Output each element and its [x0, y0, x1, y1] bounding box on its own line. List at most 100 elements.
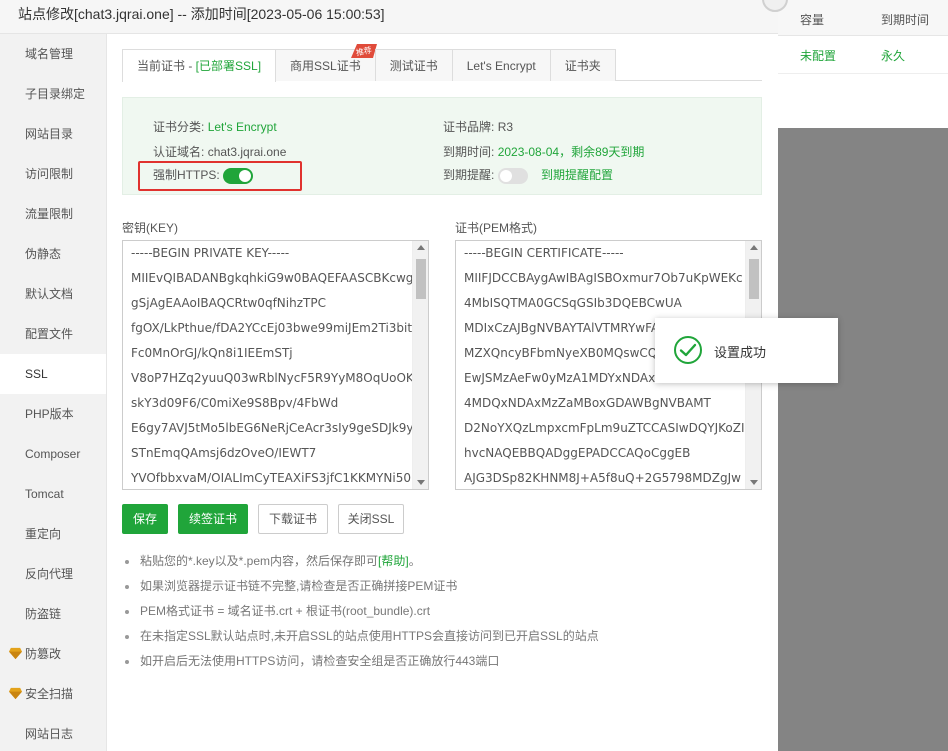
- sidebar-item-access-limit[interactable]: 访问限制: [0, 154, 106, 194]
- list-item: PEM格式证书 = 域名证书.crt + 根证书(root_bundle).cr…: [122, 599, 762, 624]
- save-button[interactable]: 保存: [122, 504, 168, 534]
- text-line: AJG3DSp82KHNM8J+A5f8uQ+2G5798MDZgJw: [464, 471, 741, 485]
- cell-capacity[interactable]: 未配置: [800, 47, 836, 64]
- field-label: 证书品牌:: [443, 120, 495, 134]
- sidebar-item-php[interactable]: PHP版本: [0, 394, 106, 434]
- diamond-icon: [9, 647, 22, 660]
- text-line: -----BEGIN CERTIFICATE-----: [464, 246, 624, 260]
- background-overlay: [778, 128, 948, 751]
- tab-cert-folder[interactable]: 证书夹: [549, 49, 616, 81]
- cert-category: 证书分类: Let's Encrypt: [153, 118, 277, 135]
- sidebar-item-label: 伪静态: [25, 247, 62, 261]
- cell-expire[interactable]: 永久: [881, 47, 905, 64]
- cert-domain: 认证域名: chat3.jqrai.one: [153, 143, 286, 160]
- sidebar-item-site-log[interactable]: 网站日志: [0, 714, 106, 751]
- sidebar-item-hotlink[interactable]: 防盗链: [0, 594, 106, 634]
- field-value: chat3.jqrai.one: [207, 145, 287, 159]
- sidebar-item-default-doc[interactable]: 默认文档: [0, 274, 106, 314]
- sidebar-item-traffic-limit[interactable]: 流量限制: [0, 194, 106, 234]
- sidebar-item-label: 安全扫描: [25, 687, 74, 701]
- key-scrollbar[interactable]: [412, 241, 428, 489]
- scroll-thumb[interactable]: [749, 259, 759, 299]
- tab-label: Let's Encrypt: [466, 59, 536, 73]
- text-line: fgOX/LkPthue/fDA2YCcEj03bwe99miJEm2Ti3bi…: [131, 321, 413, 335]
- sidebar-item-label: Tomcat: [25, 487, 64, 501]
- sidebar-item-label: 防盗链: [25, 607, 62, 621]
- sidebar-item-composer[interactable]: Composer: [0, 434, 106, 474]
- private-key-textarea[interactable]: -----BEGIN PRIVATE KEY----- MIIEvQIBADAN…: [122, 240, 429, 490]
- sidebar-item-ssl[interactable]: SSL: [0, 354, 106, 394]
- check-circle-icon: [674, 336, 702, 364]
- remind-config-link[interactable]: 到期提醒配置: [541, 168, 613, 182]
- scroll-thumb[interactable]: [416, 259, 426, 299]
- sidebar-item-tamper[interactable]: 防篡改: [0, 634, 106, 674]
- text-line: gSjAgEAAoIBAQCRtw0qfNihzTPC: [131, 296, 326, 310]
- sidebar-item-domain[interactable]: 域名管理: [0, 34, 106, 74]
- tab-label: 证书夹: [564, 59, 601, 73]
- sidebar-item-label: 配置文件: [25, 327, 74, 341]
- tab-commercial-ssl[interactable]: 商用SSL证书 推荐: [275, 44, 377, 81]
- modal-title: 站点修改[chat3.jqrai.one] -- 添加时间[2023-05-06…: [0, 0, 778, 34]
- text-line: E6gy7AVJ5tMo5lbEG6NeRjCeAcr3sIy9geSDJk9y: [131, 421, 414, 435]
- field-value: Let's Encrypt: [207, 120, 277, 134]
- field-value: 2023-08-04，剩余89天到期: [497, 145, 645, 159]
- text-line: YVOfbbxvaM/OIALImCyTEAXiFS3jfC1KKMYNi50: [131, 471, 411, 485]
- text-line: V8oP7HZq2yuuQ03wRblNycF5R9YyM8OqUoOK: [131, 371, 414, 385]
- note-text: PEM格式证书 = 域名证书.crt + 根证书(root_bundle).cr…: [140, 604, 431, 618]
- field-label: 认证域名:: [153, 145, 205, 159]
- close-ssl-button[interactable]: 关闭SSL: [338, 504, 404, 534]
- tab-label: 当前证书 -: [137, 59, 196, 73]
- note-text: 如开启后无法使用HTTPS访问，请检查安全组是否正确放行443端口: [140, 654, 500, 668]
- text-line: D2NoYXQzLmpxcmFpLm9uZTCCASIwDQYJKoZI: [464, 421, 745, 435]
- success-toast: 设置成功: [655, 318, 838, 383]
- list-item: 如果浏览器提示证书链不完整,请检查是否正确拼接PEM证书: [122, 574, 762, 599]
- sidebar-item-rewrite[interactable]: 伪静态: [0, 234, 106, 274]
- text-line: 4MDQxNDAxMzZaMBoxGDAWBgNVBAMT: [464, 396, 711, 410]
- field-label: 证书分类:: [153, 120, 205, 134]
- sidebar-item-label: 网站目录: [25, 127, 74, 141]
- expire-remind-toggle[interactable]: [497, 167, 528, 184]
- sidebar-item-subdir[interactable]: 子目录绑定: [0, 74, 106, 114]
- sidebar-item-redirect[interactable]: 重定向: [0, 514, 106, 554]
- sidebar-item-label: 流量限制: [25, 207, 74, 221]
- text-line: STnEmqQAmsj6dzOveO/IEWT7: [131, 446, 317, 460]
- sidebar-item-label: 访问限制: [25, 167, 74, 181]
- list-item: 如开启后无法使用HTTPS访问，请检查安全组是否正确放行443端口: [122, 649, 762, 674]
- field-label: 到期时间:: [443, 145, 495, 159]
- text-line: -----BEGIN PRIVATE KEY-----: [131, 246, 290, 260]
- sidebar-item-security-scan[interactable]: 安全扫描: [0, 674, 106, 714]
- sidebar-item-label: 网站日志: [25, 727, 74, 741]
- scroll-down-icon[interactable]: [417, 480, 425, 485]
- field-label: 到期提醒:: [443, 168, 495, 182]
- sidebar-item-config[interactable]: 配置文件: [0, 314, 106, 354]
- tab-test-cert[interactable]: 测试证书: [374, 49, 453, 81]
- table-header: 容量 到期时间: [778, 0, 948, 36]
- text-line: 4MbISQTMA0GCSqGSIb3DQEBCwUA: [464, 296, 682, 310]
- field-value: R3: [497, 120, 514, 134]
- scroll-up-icon[interactable]: [417, 245, 425, 250]
- scroll-down-icon[interactable]: [750, 480, 758, 485]
- tab-lets-encrypt[interactable]: Let's Encrypt: [451, 49, 551, 81]
- tab-label: 测试证书: [389, 59, 438, 73]
- sidebar-item-label: SSL: [25, 367, 48, 381]
- scroll-up-icon[interactable]: [750, 245, 758, 250]
- help-notes: 粘贴您的*.key以及*.pem内容，然后保存即可[帮助]。 如果浏览器提示证书…: [122, 549, 762, 674]
- download-cert-button[interactable]: 下载证书: [258, 504, 328, 534]
- tab-current-cert[interactable]: 当前证书 - [已部署SSL]: [122, 49, 277, 82]
- sidebar-item-tomcat[interactable]: Tomcat: [0, 474, 106, 514]
- list-item: 在未指定SSL默认站点时,未开启SSL的站点使用HTTPS会直接访问到已开启SS…: [122, 624, 762, 649]
- sidebar-item-site-dir[interactable]: 网站目录: [0, 114, 106, 154]
- text-line: skY3d09F6/C0miXe9S8Bpv/4FbWd: [131, 396, 339, 410]
- tab-label: 商用SSL证书: [290, 59, 361, 73]
- note-text: 如果浏览器提示证书链不完整,请检查是否正确拼接PEM证书: [140, 579, 458, 593]
- header-expire: 到期时间: [881, 13, 930, 27]
- expire-remind: 到期提醒: 到期提醒配置: [443, 166, 613, 184]
- sidebar-item-label: 防篡改: [25, 647, 62, 661]
- help-link[interactable]: [帮助]: [378, 554, 409, 568]
- sidebar-item-proxy[interactable]: 反向代理: [0, 554, 106, 594]
- sidebar-item-label: 子目录绑定: [25, 87, 86, 101]
- list-item: 粘贴您的*.key以及*.pem内容，然后保存即可[帮助]。: [122, 549, 762, 574]
- renew-cert-button[interactable]: 续签证书: [178, 504, 248, 534]
- highlight-frame: [138, 161, 302, 191]
- header-capacity: 容量: [800, 13, 825, 27]
